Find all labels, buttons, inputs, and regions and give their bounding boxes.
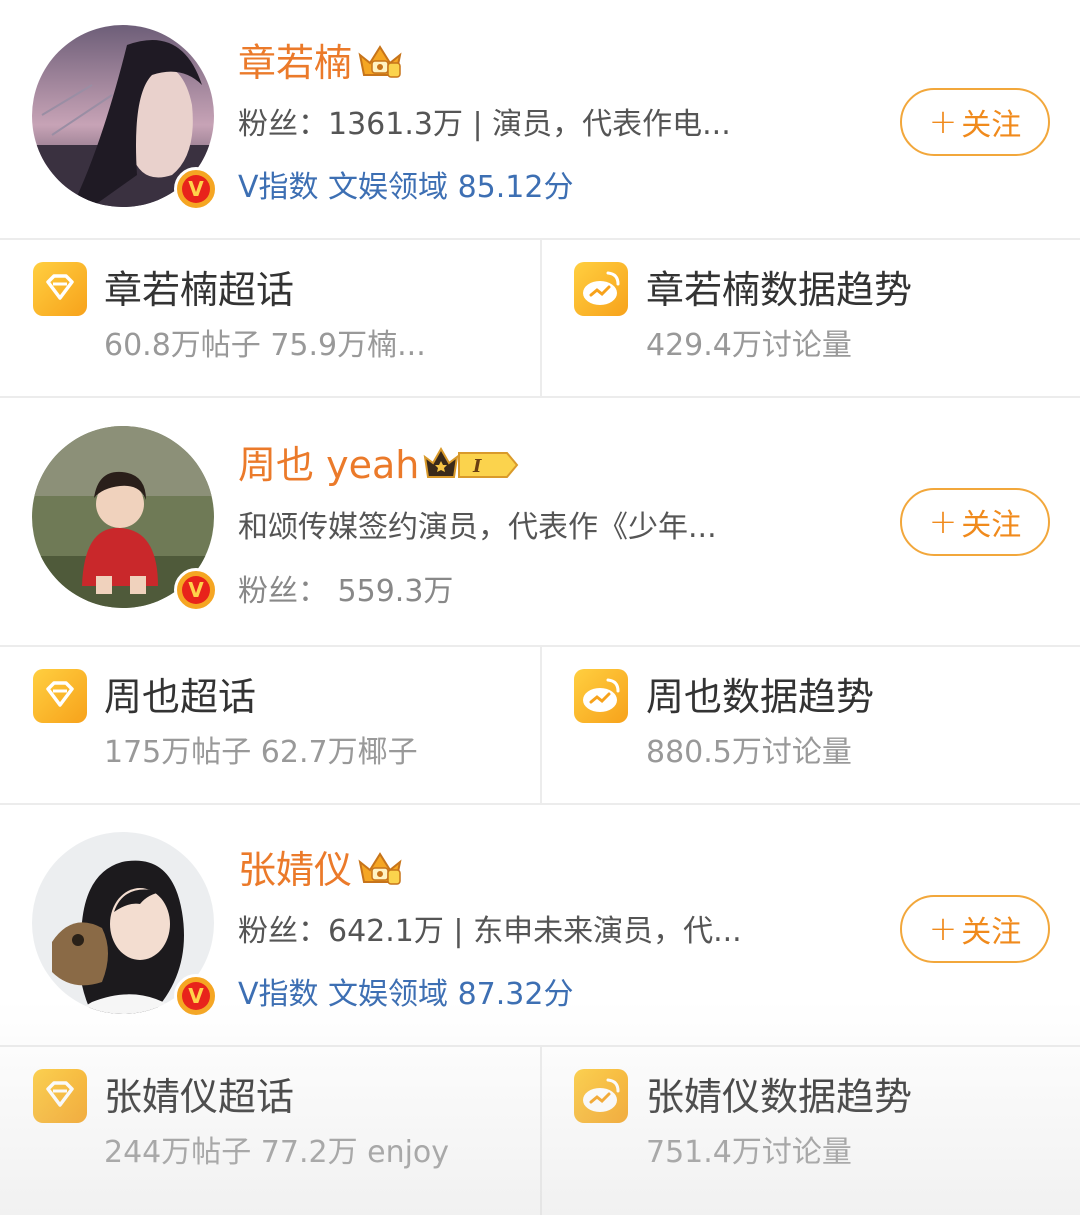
account-info: 粉丝：642.1万 | 东申未来演员，代... <box>238 914 742 949</box>
account-cards-1: 章若楠超话 60.8万帖子 75.9万楠... 章若楠数据趋势 429.4万讨论… <box>0 238 1080 398</box>
plus-icon: + <box>928 909 958 949</box>
supertopic-card[interactable]: 周也超话 175万帖子 62.7万椰子 <box>0 647 540 803</box>
name-row: 周也 yeah I <box>238 440 521 490</box>
supertopic-card[interactable]: 张婧仪超话 244万帖子 77.2万 enjoy <box>0 1047 540 1203</box>
avatar-1[interactable]: V <box>32 25 218 211</box>
account-name[interactable]: 周也 yeah <box>238 440 419 490</box>
diamond-icon <box>33 669 87 723</box>
data-trend-card[interactable]: 章若楠数据趋势 429.4万讨论量 <box>540 240 1080 396</box>
trend-title: 周也数据趋势 <box>646 675 875 719</box>
data-trend-card[interactable]: 周也数据趋势 880.5万讨论量 <box>540 647 1080 803</box>
crown-level-badge-icon: I <box>423 443 521 487</box>
supertopic-title: 张婧仪超话 <box>104 1075 295 1119</box>
account-row-3[interactable]: V 张婧仪 粉丝：642.1万 | 东申未来演员，代... V指数 文娱领域 8… <box>0 807 1080 1047</box>
account-cards-3: 张婧仪超话 244万帖子 77.2万 enjoy 张婧仪数据趋势 751.4万讨… <box>0 1045 1080 1215</box>
level-text: I <box>472 456 482 477</box>
supertopic-title: 周也超话 <box>104 675 257 719</box>
follow-button[interactable]: + 关注 <box>900 488 1050 556</box>
trend-title: 章若楠数据趋势 <box>646 268 913 312</box>
avatar-3[interactable]: V <box>32 832 218 1018</box>
diamond-icon <box>33 1069 87 1123</box>
trend-stats: 880.5万讨论量 <box>646 735 852 770</box>
follow-label: 关注 <box>961 508 1022 543</box>
crown-icon <box>356 848 404 892</box>
follow-button[interactable]: + 关注 <box>900 895 1050 963</box>
name-row: 张婧仪 <box>238 845 404 895</box>
follow-label: 关注 <box>961 108 1022 143</box>
follow-button[interactable]: + 关注 <box>900 88 1050 156</box>
weibo-trend-icon <box>574 669 628 723</box>
weibo-trend-icon <box>574 262 628 316</box>
verified-badge-icon: V <box>174 568 218 612</box>
account-cards-2: 周也超话 175万帖子 62.7万椰子 周也数据趋势 880.5万讨论量 <box>0 645 1080 805</box>
trend-stats: 429.4万讨论量 <box>646 328 852 363</box>
name-row: 章若楠 <box>238 38 404 88</box>
account-row-1[interactable]: V 章若楠 粉丝：1361.3万 | 演员，代表作电... V指数 文娱领域 8… <box>0 0 1080 240</box>
follow-label: 关注 <box>961 915 1022 950</box>
verified-badge-icon: V <box>174 167 218 211</box>
supertopic-card[interactable]: 章若楠超话 60.8万帖子 75.9万楠... <box>0 240 540 396</box>
account-row-2[interactable]: V 周也 yeah I 和颂传媒签约演员，代表作《少年... 粉丝： 559.3… <box>0 400 1080 636</box>
fans-count: 粉丝： 559.3万 <box>238 574 454 609</box>
plus-icon: + <box>928 502 958 542</box>
supertopic-stats: 244万帖子 77.2万 enjoy <box>104 1135 450 1170</box>
avatar-2[interactable]: V <box>32 426 218 612</box>
weibo-trend-icon <box>574 1069 628 1123</box>
plus-icon: + <box>928 102 958 142</box>
account-info: 和颂传媒签约演员，代表作《少年... <box>238 510 717 545</box>
supertopic-title: 章若楠超话 <box>104 268 295 312</box>
account-name[interactable]: 张婧仪 <box>238 845 352 895</box>
supertopic-stats: 175万帖子 62.7万椰子 <box>104 735 418 770</box>
supertopic-stats: 60.8万帖子 75.9万楠... <box>104 328 426 363</box>
trend-stats: 751.4万讨论量 <box>646 1135 852 1170</box>
account-info: 粉丝：1361.3万 | 演员，代表作电... <box>238 107 731 142</box>
verified-badge-icon: V <box>174 974 218 1018</box>
crown-icon <box>356 41 404 85</box>
account-name[interactable]: 章若楠 <box>238 38 352 88</box>
v-index-text: V指数 文娱领域 85.12分 <box>238 170 574 205</box>
data-trend-card[interactable]: 张婧仪数据趋势 751.4万讨论量 <box>540 1047 1080 1215</box>
trend-title: 张婧仪数据趋势 <box>646 1075 913 1119</box>
v-index-text: V指数 文娱领域 87.32分 <box>238 977 574 1012</box>
diamond-icon <box>33 262 87 316</box>
